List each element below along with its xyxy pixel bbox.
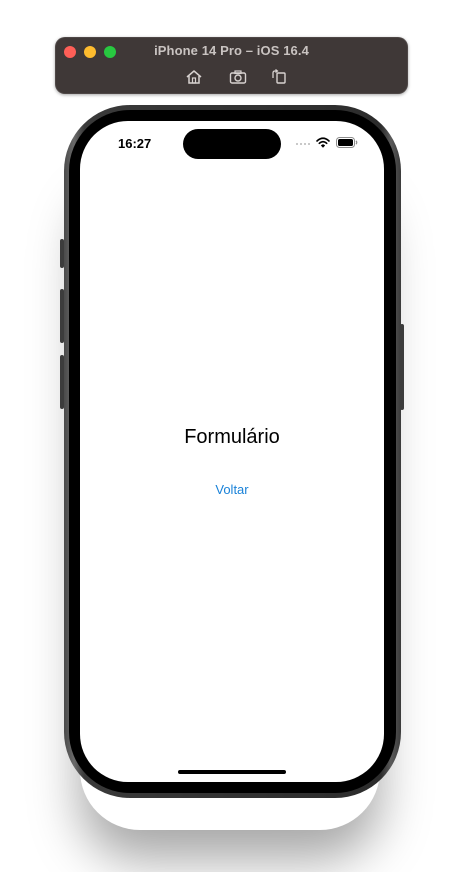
screenshot-icon[interactable] <box>229 69 247 85</box>
battery-icon <box>336 135 358 153</box>
page: iPhone 14 Pro – iOS 16.4 16:27 Formulári… <box>0 0 464 872</box>
status-icons <box>296 135 358 153</box>
wifi-icon <box>316 135 330 153</box>
simulator-title: iPhone 14 Pro – iOS 16.4 <box>154 43 309 58</box>
page-title: Formulário <box>184 426 280 448</box>
home-indicator[interactable] <box>178 770 286 774</box>
back-button[interactable]: Voltar <box>80 482 384 497</box>
phone-screen: 16:27 Formulário Voltar <box>80 121 384 782</box>
dynamic-island <box>183 129 281 159</box>
simulator-toolbar: iPhone 14 Pro – iOS 16.4 <box>55 37 408 94</box>
status-time: 16:27 <box>118 136 152 151</box>
rotate-icon[interactable] <box>270 69 288 85</box>
home-icon[interactable] <box>185 69 203 85</box>
cellular-dots-icon <box>296 143 310 145</box>
